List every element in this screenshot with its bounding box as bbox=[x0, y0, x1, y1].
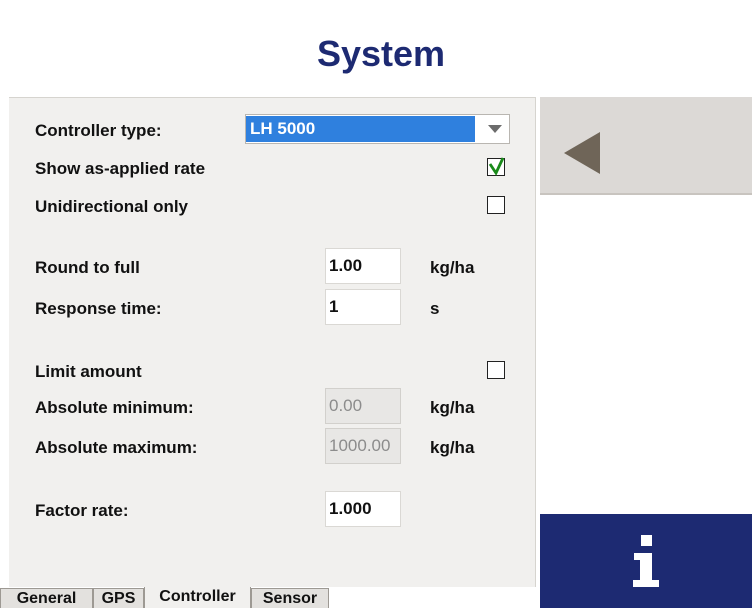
limit-amount-label: Limit amount bbox=[35, 362, 142, 381]
info-icon bbox=[540, 514, 752, 608]
title-bar: System bbox=[0, 0, 752, 97]
round-to-full-label: Round to full bbox=[35, 258, 140, 277]
unidirectional-only-label: Unidirectional only bbox=[35, 197, 189, 216]
show-as-applied-rate-checkbox[interactable] bbox=[487, 157, 505, 176]
chevron-down-icon[interactable] bbox=[488, 125, 502, 133]
tab-bar: General GPS Controller Sensor bbox=[0, 587, 536, 608]
response-time-label: Response time: bbox=[35, 299, 162, 318]
checkmark-icon bbox=[488, 157, 505, 176]
tab-sensor[interactable]: Sensor bbox=[251, 588, 329, 608]
response-time-input[interactable]: 1 bbox=[325, 289, 401, 325]
controller-type-label: Controller type: bbox=[35, 121, 162, 140]
tab-controller[interactable]: Controller bbox=[144, 587, 251, 608]
absolute-maximum-unit-label: kg/ha bbox=[430, 438, 475, 457]
absolute-maximum-label: Absolute maximum: bbox=[35, 438, 198, 457]
left-triangle-icon bbox=[564, 132, 600, 174]
show-as-applied-rate-label: Show as-applied rate bbox=[35, 159, 206, 178]
absolute-minimum-label: Absolute minimum: bbox=[35, 398, 194, 417]
round-unit-label: kg/ha bbox=[430, 258, 475, 277]
factor-rate-input[interactable]: 1.000 bbox=[325, 491, 401, 527]
controller-settings-panel: Controller type: Show as-applied rate Un… bbox=[9, 97, 536, 587]
round-to-full-input[interactable]: 1.00 bbox=[325, 248, 401, 284]
absolute-minimum-unit-label: kg/ha bbox=[430, 398, 475, 417]
absolute-maximum-input: 1000.00 bbox=[325, 428, 401, 464]
tab-general[interactable]: General bbox=[0, 588, 93, 608]
response-unit-label: s bbox=[430, 299, 440, 318]
limit-amount-checkbox[interactable] bbox=[487, 361, 505, 379]
left-edge bbox=[0, 97, 9, 608]
info-button[interactable] bbox=[540, 514, 752, 608]
back-button[interactable] bbox=[540, 97, 752, 195]
tab-gps[interactable]: GPS bbox=[93, 588, 144, 608]
absolute-minimum-input: 0.00 bbox=[325, 388, 401, 424]
controller-type-selected-value: LH 5000 bbox=[246, 116, 475, 142]
factor-rate-label: Factor rate: bbox=[35, 501, 129, 520]
controller-type-select[interactable]: LH 5000 bbox=[245, 114, 510, 144]
page-title: System bbox=[316, 32, 446, 74]
unidirectional-only-checkbox[interactable] bbox=[487, 196, 505, 214]
